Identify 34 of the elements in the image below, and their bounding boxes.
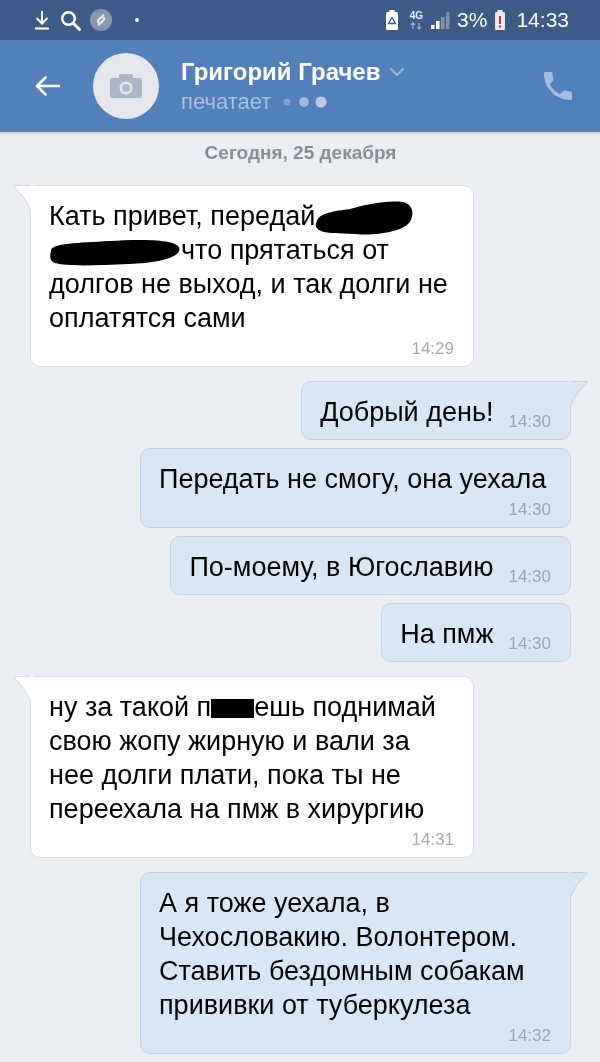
typing-indicator-icon — [283, 95, 328, 108]
contact-name[interactable]: Григорий Грачев — [181, 57, 381, 86]
battery-alert-icon — [494, 9, 507, 31]
message-text: А я тоже уехала, в Чехословакию. Волонтером. Ставить бездомным собакам прививки от туберкулеза — [159, 887, 526, 1022]
date-separator: Сегодня, 25 декабря — [204, 142, 397, 164]
message-time: 14:30 — [508, 635, 551, 653]
signal-icon — [430, 10, 451, 30]
message-time: 14:30 — [508, 501, 551, 519]
chevron-down-icon[interactable] — [389, 66, 406, 77]
message-time: 14:32 — [508, 1027, 551, 1045]
message-text: ну за такой п ешь поднимай свою жопу жирную и вали за нее долги плати, пока ты не переехала на пмж в хирургию — [49, 691, 437, 826]
message-text: Передать не смогу, она уехала — [159, 463, 547, 496]
message-text: На пмж — [400, 618, 494, 651]
notification-dot-icon — [135, 18, 139, 22]
message-time: 14:29 — [411, 340, 454, 358]
status-time: 14:33 — [516, 8, 569, 32]
battery-level-label: 3% — [457, 8, 488, 32]
redaction-mark — [211, 699, 255, 719]
message-text: Кать привет, передай что прятаться от долгов не выход, и так долги не оплатятся сами — [49, 199, 454, 335]
download-icon — [33, 10, 51, 30]
swirl-logo-icon — [90, 9, 112, 31]
battery-saver-icon — [384, 9, 399, 31]
camera-icon — [109, 72, 143, 100]
back-arrow-icon — [34, 75, 60, 97]
data-arrows-icon — [410, 21, 423, 30]
network-type-label: 4G — [409, 10, 424, 21]
message-time: 14:30 — [508, 568, 551, 586]
message-text: Добрый день! — [320, 396, 494, 429]
search-icon — [60, 9, 81, 31]
message-text: По-моему, в Югославию — [189, 551, 494, 584]
message-time: 14:30 — [508, 413, 551, 431]
message-time: 14:31 — [411, 831, 454, 849]
typing-status: печатает — [181, 88, 272, 115]
phone-icon — [544, 72, 572, 100]
